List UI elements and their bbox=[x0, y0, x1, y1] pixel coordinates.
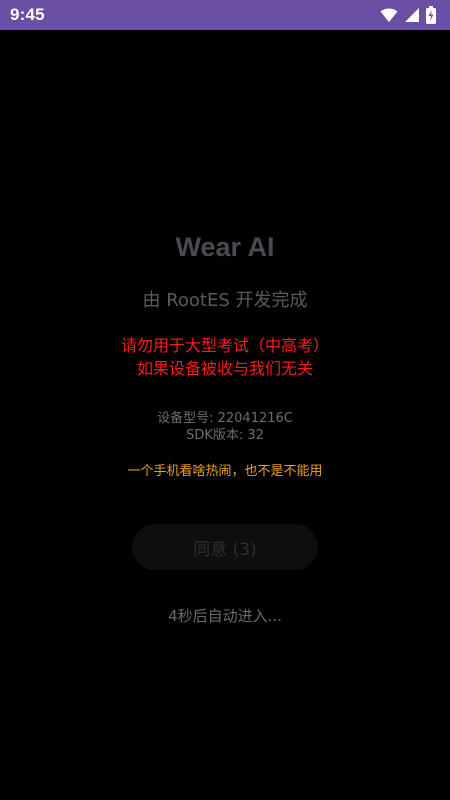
status-icons bbox=[380, 6, 436, 24]
cellular-signal-icon bbox=[404, 7, 420, 23]
status-bar: 9:45 bbox=[0, 0, 450, 30]
splash-screen: Wear AI 由 RootES 开发完成 请勿用于大型考试（中高考） 如果设备… bbox=[0, 30, 450, 800]
exam-warning: 请勿用于大型考试（中高考） 如果设备被收与我们无关 bbox=[0, 334, 450, 380]
device-info: 设备型号: 22041216C SDK版本: 32 bbox=[0, 410, 450, 444]
app-subtitle: 由 RootES 开发完成 bbox=[142, 290, 308, 311]
auto-enter-countdown: 4秒后自动进入... bbox=[168, 607, 282, 625]
battery-charging-icon bbox=[426, 6, 436, 24]
tagline: 一个手机看啥热闹，也不是不能用 bbox=[127, 464, 323, 479]
status-time: 9:45 bbox=[10, 5, 45, 24]
exam-warning-line2: 如果设备被收与我们无关 bbox=[136, 359, 313, 378]
exam-warning-line1: 请勿用于大型考试（中高考） bbox=[120, 336, 329, 355]
wifi-icon bbox=[380, 7, 398, 23]
agree-button[interactable]: 同意 (3) bbox=[132, 524, 318, 570]
app-title: Wear AI bbox=[175, 232, 275, 262]
device-model: 设备型号: 22041216C bbox=[157, 411, 293, 426]
sdk-version: SDK版本: 32 bbox=[186, 428, 264, 443]
